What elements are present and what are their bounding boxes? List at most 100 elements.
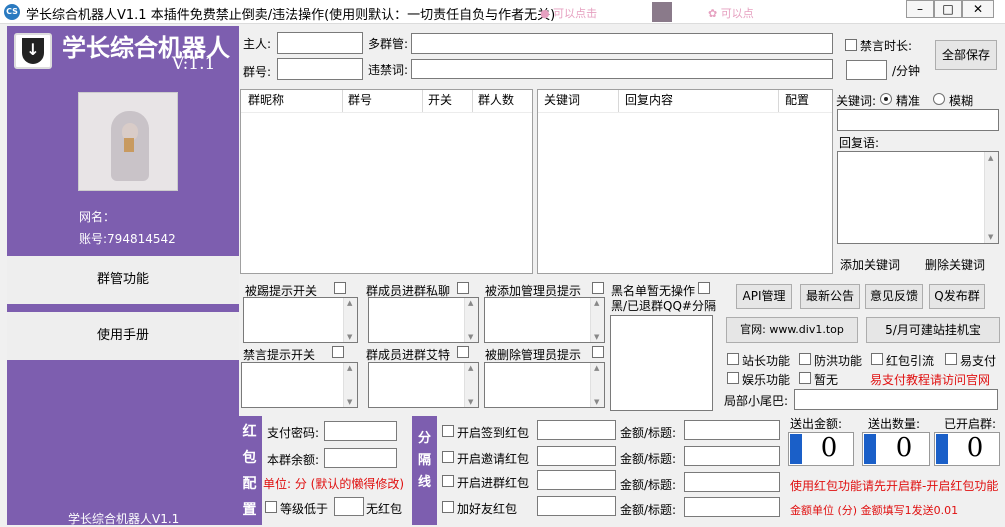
- group-number-label: 群号:: [243, 65, 272, 79]
- invite-redbag-checkbox[interactable]: [442, 451, 454, 463]
- member-at-label: 群成员进群艾特: [366, 348, 451, 362]
- unit-note: 单位: 分 (默认的懒得修改): [263, 477, 405, 491]
- removed-admin-textarea[interactable]: ▲ ▼: [484, 362, 605, 408]
- none-checkbox[interactable]: [799, 372, 811, 384]
- checkin-redbag-checkbox[interactable]: [442, 425, 454, 437]
- member-private-checkbox[interactable]: [457, 282, 469, 294]
- official-site-button[interactable]: 官网: www.div1.top: [726, 317, 858, 343]
- join-amount-input[interactable]: [684, 472, 780, 492]
- mute-minutes-input[interactable]: [846, 60, 887, 80]
- add-keyword-button[interactable]: 添加关键词: [840, 256, 900, 273]
- owner-feature-checkbox[interactable]: [727, 353, 739, 365]
- add-friend-amount-input[interactable]: [684, 497, 780, 517]
- group-table[interactable]: 群昵称 群号 开关 群人数: [240, 89, 533, 274]
- tail-input[interactable]: [794, 389, 998, 410]
- fuzzy-radio[interactable]: [933, 93, 945, 105]
- enabled-groups-label: 已开启群:: [944, 417, 997, 431]
- reply-textarea[interactable]: ▲ ▼: [837, 151, 999, 244]
- col-header-nickname[interactable]: 群昵称: [248, 91, 284, 109]
- scrollbar[interactable]: ▲ ▼: [343, 363, 357, 407]
- checkin-redbag-label: 开启签到红包: [457, 426, 530, 440]
- level-label: 等级低于: [280, 502, 329, 516]
- col-divider: [778, 90, 779, 112]
- pay-password-input[interactable]: [324, 421, 397, 441]
- blacklist-textarea[interactable]: [610, 315, 713, 411]
- join-redbag-input[interactable]: [537, 470, 616, 490]
- removed-admin-checkbox[interactable]: [592, 346, 604, 358]
- add-friend-redbag-input[interactable]: [537, 496, 616, 516]
- fuzzy-label: 模糊: [949, 94, 974, 108]
- delete-keyword-button[interactable]: 删除关键词: [925, 256, 985, 273]
- col-divider: [422, 90, 423, 112]
- balance-label: 本群余额:: [267, 453, 320, 467]
- invite-amount-input[interactable]: [684, 446, 780, 466]
- join-redbag-checkbox[interactable]: [442, 475, 454, 487]
- exact-radio[interactable]: [880, 93, 892, 105]
- checkin-redbag-input[interactable]: [537, 420, 616, 440]
- divider-char: 分: [417, 431, 431, 446]
- col-divider: [472, 90, 473, 112]
- blacklist-checkbox[interactable]: [698, 282, 710, 294]
- multi-group-input[interactable]: [411, 33, 833, 54]
- feedback-button[interactable]: 意见反馈: [865, 284, 923, 309]
- user-manual-button[interactable]: 使用手册: [7, 312, 239, 360]
- divider-char: 线: [417, 475, 431, 490]
- member-at-checkbox[interactable]: [457, 346, 469, 358]
- redbag-guide-checkbox[interactable]: [871, 353, 883, 365]
- scrollbar[interactable]: ▲ ▼: [464, 298, 478, 342]
- add-friend-redbag-checkbox[interactable]: [442, 501, 454, 513]
- kicked-prompt-textarea[interactable]: ▲ ▼: [243, 297, 358, 343]
- anti-spam-label: 防洪功能: [814, 354, 863, 368]
- col-header-member-count[interactable]: 群人数: [478, 91, 514, 109]
- kicked-prompt-checkbox[interactable]: [334, 282, 346, 294]
- close-button[interactable]: ✕: [962, 0, 994, 18]
- col-header-reply[interactable]: 回复内容: [625, 91, 673, 109]
- banned-words-label: 违禁词:: [368, 63, 409, 77]
- app-icon: CS: [4, 4, 20, 20]
- muted-prompt-textarea[interactable]: ▲ ▼: [241, 362, 358, 408]
- save-all-button[interactable]: 全部保存: [935, 40, 997, 70]
- group-management-button[interactable]: 群管功能: [7, 256, 239, 304]
- scrollbar[interactable]: ▲ ▼: [590, 298, 604, 342]
- latest-news-button[interactable]: 最新公告: [800, 284, 860, 309]
- join-redbag-label: 开启进群红包: [457, 476, 530, 490]
- invite-redbag-input[interactable]: [537, 446, 616, 466]
- invite-redbag-label: 开启邀请红包: [457, 452, 530, 466]
- redbag-config-vertical-label: 红 包 配 置: [237, 416, 262, 525]
- keyword-table[interactable]: 关键词 回复内容 配置: [537, 89, 833, 274]
- member-at-textarea[interactable]: ▲ ▼: [368, 362, 479, 408]
- anti-spam-checkbox[interactable]: [799, 353, 811, 365]
- window-title: 学长综合机器人V1.1 本插件免费禁止倒卖/违法操作(使用则默认：一切责任自负与…: [26, 8, 556, 23]
- mute-checkbox[interactable]: [845, 39, 857, 51]
- qq-publish-button[interactable]: Q发布群: [929, 284, 985, 309]
- group-number-input[interactable]: [277, 58, 363, 80]
- balance-input[interactable]: [324, 448, 397, 468]
- banned-words-input[interactable]: [411, 59, 833, 79]
- minimize-button[interactable]: –: [906, 0, 934, 18]
- none-label: 暂无: [814, 373, 839, 387]
- level-checkbox[interactable]: [265, 501, 277, 513]
- scrollbar[interactable]: ▲ ▼: [464, 363, 478, 407]
- col-header-switch[interactable]: 开关: [428, 91, 452, 109]
- keyword-input[interactable]: [837, 109, 999, 131]
- added-admin-textarea[interactable]: ▲ ▼: [484, 297, 605, 343]
- added-admin-checkbox[interactable]: [592, 282, 604, 294]
- member-private-textarea[interactable]: ▲ ▼: [368, 297, 479, 343]
- maximize-button[interactable]: □: [934, 0, 962, 18]
- col-header-config[interactable]: 配置: [785, 91, 809, 109]
- col-header-group-number[interactable]: 群号: [348, 91, 372, 109]
- scrollbar[interactable]: ▲ ▼: [590, 363, 604, 407]
- level-input[interactable]: [334, 497, 364, 516]
- rental-button[interactable]: 5/月可建站挂机宝: [866, 317, 1000, 343]
- avatar: [78, 92, 178, 191]
- entertainment-checkbox[interactable]: [727, 372, 739, 384]
- checkin-amount-input[interactable]: [684, 420, 780, 440]
- api-management-button[interactable]: API管理: [736, 284, 792, 309]
- scrollbar[interactable]: ▲ ▼: [984, 152, 998, 243]
- muted-prompt-checkbox[interactable]: [332, 346, 344, 358]
- col-header-keyword[interactable]: 关键词: [544, 91, 580, 109]
- owner-input[interactable]: [277, 32, 363, 54]
- scrollbar[interactable]: ▲ ▼: [343, 298, 357, 342]
- sword-shield-icon: ↓: [22, 38, 44, 64]
- easy-pay-checkbox[interactable]: [945, 353, 957, 365]
